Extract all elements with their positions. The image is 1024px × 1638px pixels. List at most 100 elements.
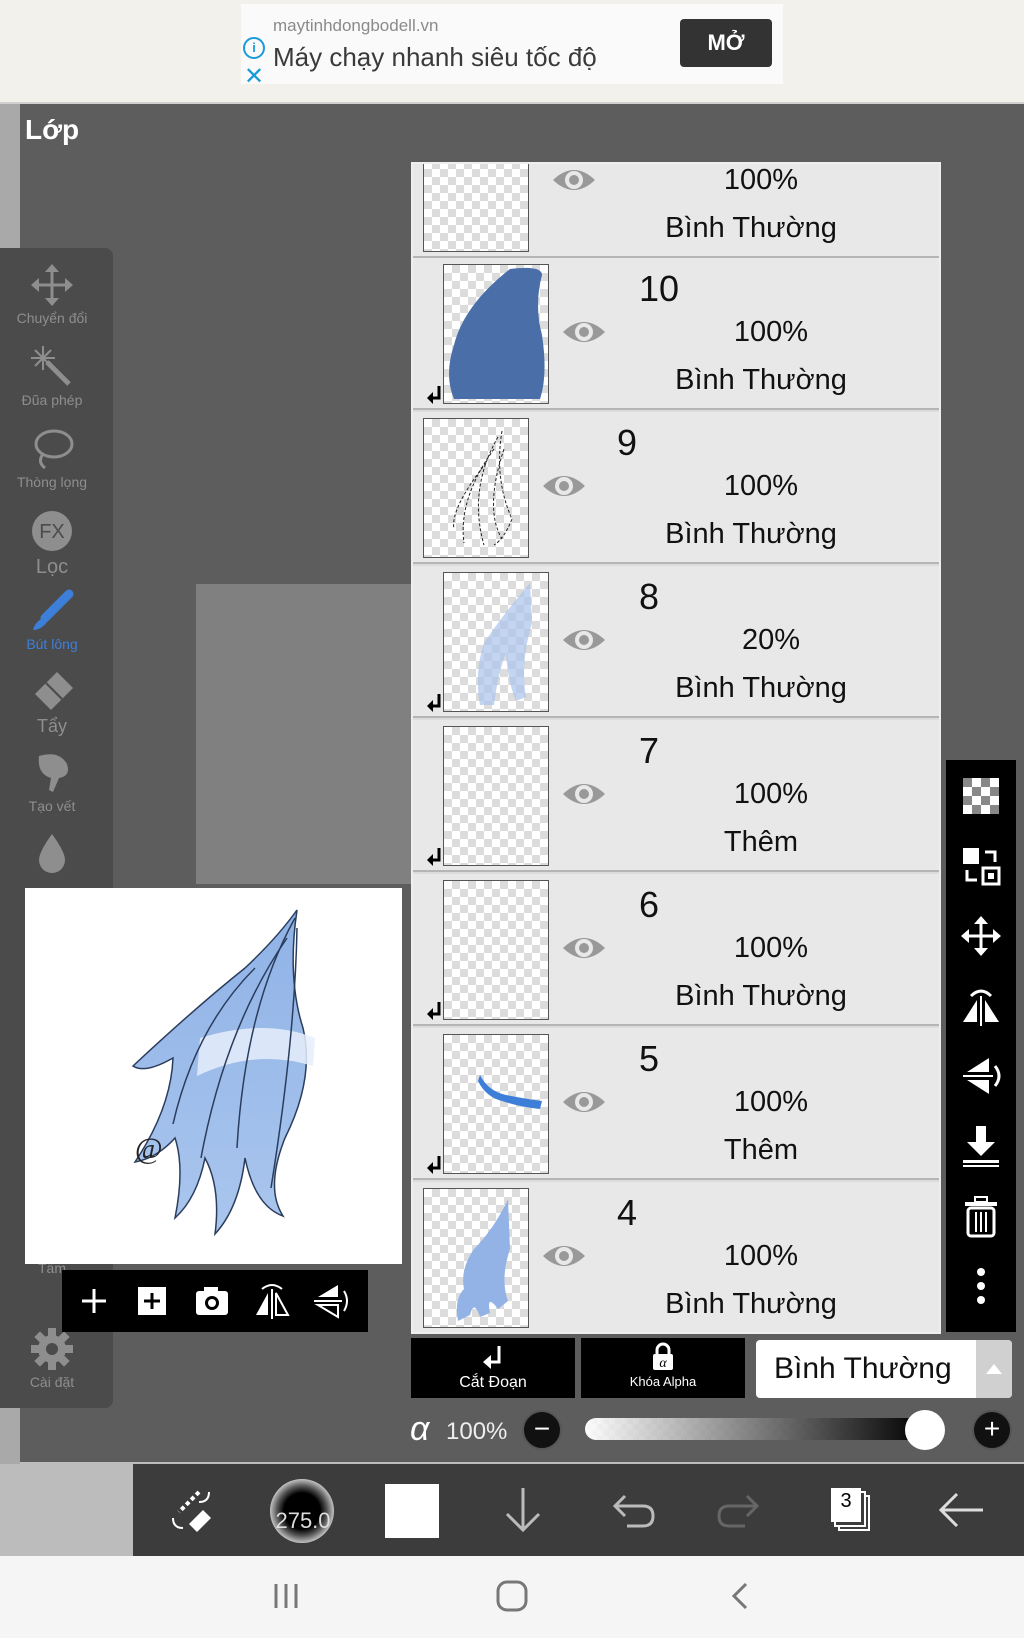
opacity-slider-handle[interactable]: [905, 1410, 945, 1450]
eye-icon[interactable]: [561, 1082, 607, 1122]
layer-thumbnail[interactable]: [443, 264, 549, 404]
back-icon[interactable]: [722, 1578, 758, 1614]
tool-lasso[interactable]: Thòng lọng: [0, 426, 104, 490]
lock-icon: α: [653, 1342, 673, 1371]
layer-blend-mode: Bình Thường: [665, 1288, 837, 1320]
canvas-background: [196, 584, 411, 884]
layer-opacity: 100%: [733, 932, 809, 964]
more-icon[interactable]: [959, 1264, 1003, 1308]
redo-icon[interactable]: [713, 1482, 769, 1538]
alpha-lock-button[interactable]: α Khóa Alpha: [581, 1338, 745, 1398]
clip-arrow-icon: [427, 386, 441, 404]
layer-row[interactable]: 5 100% Thêm: [413, 1028, 939, 1180]
flip-layer-horizontal-icon[interactable]: [959, 984, 1003, 1028]
layer-row[interactable]: 100% Bình Thường: [413, 162, 939, 258]
layer-number: 8: [639, 576, 660, 617]
bottom-edge: [0, 1464, 133, 1556]
blend-mode-select[interactable]: Bình Thường: [756, 1340, 1012, 1398]
layer-row[interactable]: 9 100% Bình Thường: [413, 412, 939, 564]
tool-label: Chuyển đổi: [16, 310, 88, 326]
opacity-slider-track[interactable]: [585, 1418, 925, 1440]
layer-number: 9: [617, 422, 638, 463]
flip-layer-vertical-icon[interactable]: [959, 1054, 1003, 1098]
layers-count-button[interactable]: 3: [823, 1482, 879, 1538]
merge-down-icon[interactable]: [959, 1124, 1003, 1168]
eye-icon[interactable]: [561, 928, 607, 968]
layer-opacity: 100%: [733, 316, 809, 348]
camera-icon[interactable]: [190, 1279, 234, 1323]
system-navigation-bar: [0, 1556, 1024, 1638]
clipping-button[interactable]: Cắt Đoạn: [411, 1338, 575, 1398]
layer-thumbnail[interactable]: [443, 880, 549, 1020]
layer-thumbnail[interactable]: [443, 726, 549, 866]
blend-mode-value: Bình Thường: [774, 1352, 952, 1385]
pen-eraser-toggle-icon[interactable]: [163, 1482, 219, 1538]
ad-open-button[interactable]: MỞ: [680, 19, 772, 67]
tool-eraser[interactable]: Tẩy: [0, 668, 104, 737]
transparency-icon[interactable]: [959, 774, 1003, 818]
eye-icon[interactable]: [561, 774, 607, 814]
add-icon[interactable]: [72, 1279, 116, 1323]
layer-count: 3: [840, 1490, 852, 1512]
flip-vertical-icon[interactable]: [308, 1279, 352, 1323]
move-icon: [31, 264, 73, 306]
layer-row[interactable]: 10 100% Bình Thường: [413, 258, 939, 410]
eye-icon[interactable]: [561, 312, 607, 352]
arrow-down-icon[interactable]: [495, 1482, 551, 1538]
canvas-preview[interactable]: @: [25, 888, 402, 1264]
brush-size-value: 275.0: [275, 1508, 331, 1533]
back-arrow-icon[interactable]: [933, 1482, 989, 1538]
hair-artwork: @: [131, 909, 315, 1237]
ad-card[interactable]: maytinhdongbodell.vn Máy chạy nhanh siêu…: [241, 4, 783, 90]
layer-blend-mode: Bình Thường: [675, 980, 847, 1012]
info-icon[interactable]: i: [243, 37, 265, 59]
layer-list[interactable]: 100% Bình Thường 10 100% Bình Thường 9 1…: [411, 162, 941, 1334]
ad-title: Máy chạy nhanh siêu tốc độ: [273, 42, 597, 72]
tool-settings[interactable]: Cài đặt: [0, 1326, 104, 1390]
opacity-decrease-button[interactable]: −: [522, 1410, 562, 1450]
tool-smudge[interactable]: Tạo vết: [0, 750, 104, 814]
layer-opacity: 20%: [741, 624, 801, 656]
eye-icon[interactable]: [541, 1236, 587, 1276]
eye-icon[interactable]: [541, 466, 587, 506]
home-icon[interactable]: [492, 1576, 532, 1616]
layer-row[interactable]: 7 100% Thêm: [413, 720, 939, 872]
layer-row[interactable]: 8 20% Bình Thường: [413, 566, 939, 718]
recent-apps-icon[interactable]: [268, 1578, 304, 1614]
eye-icon[interactable]: [551, 162, 597, 200]
magic-wand-icon: [31, 346, 71, 386]
bottom-toolbar: 3: [133, 1464, 1024, 1556]
add-layer-icon[interactable]: [130, 1279, 174, 1323]
layer-thumbnail[interactable]: [423, 1188, 529, 1328]
layer-thumbnail[interactable]: [443, 572, 549, 712]
layer-number: 7: [639, 730, 660, 771]
tool-brush[interactable]: Bút lông: [0, 588, 104, 652]
layer-thumbnail[interactable]: [443, 1034, 549, 1174]
undo-icon[interactable]: [603, 1482, 659, 1538]
smudge-icon: [38, 754, 68, 792]
layer-thumbnail[interactable]: [423, 418, 529, 558]
trash-icon[interactable]: [959, 1194, 1003, 1238]
clip-arrow-icon: [427, 848, 441, 866]
tool-filter[interactable]: FX Lọc: [0, 508, 104, 579]
layer-row[interactable]: 6 100% Bình Thường: [413, 874, 939, 1026]
tool-transform[interactable]: Chuyển đổi: [0, 262, 104, 326]
layer-opacity: 100%: [723, 470, 799, 502]
flip-horizontal-icon[interactable]: [250, 1279, 294, 1323]
gear-icon: [31, 1328, 73, 1370]
color-swatch[interactable]: [385, 1484, 439, 1538]
layer-thumbnail[interactable]: [423, 164, 529, 252]
fx-icon: FX: [32, 511, 72, 551]
tool-label: Cài đặt: [29, 1374, 75, 1390]
layer-row[interactable]: 4 100% Bình Thường: [413, 1182, 939, 1332]
tool-fill[interactable]: [0, 830, 104, 878]
swap-layer-icon[interactable]: [959, 844, 1003, 888]
layer-opacity: 100%: [723, 1240, 799, 1272]
eye-icon[interactable]: [561, 620, 607, 660]
chevron-up-icon[interactable]: [976, 1340, 1012, 1398]
tool-magic-wand[interactable]: Đũa phép: [0, 344, 104, 408]
opacity-increase-button[interactable]: +: [972, 1410, 1012, 1450]
close-icon[interactable]: ✕: [244, 62, 264, 91]
move-layer-icon[interactable]: [959, 914, 1003, 958]
tool-label: Đũa phép: [21, 392, 83, 408]
